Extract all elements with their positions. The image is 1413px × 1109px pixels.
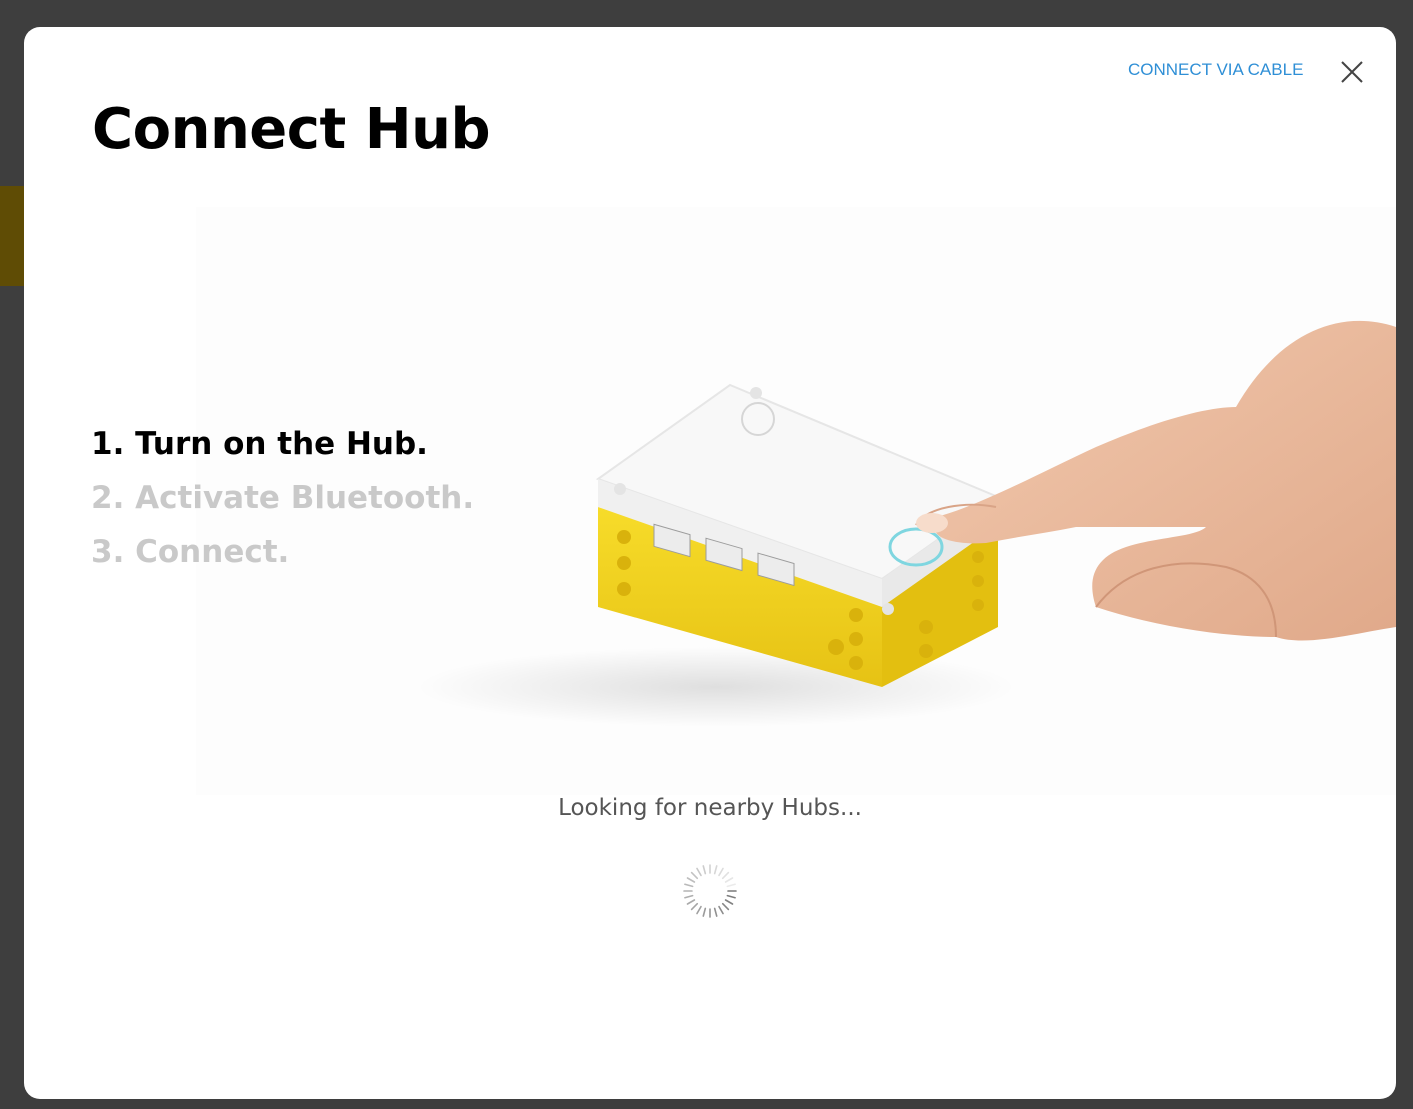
spinner-tick: [684, 894, 694, 899]
close-button[interactable]: [1336, 56, 1368, 88]
spinner-tick: [702, 907, 707, 917]
close-icon: [1341, 61, 1363, 83]
spinner-tick: [686, 899, 696, 905]
spinner-tick: [713, 865, 718, 875]
spinner-tick: [726, 883, 736, 888]
spinner-tick: [726, 894, 736, 899]
spinner-tick: [721, 871, 730, 880]
loading-spinner-icon: [678, 859, 742, 923]
spinner-tick: [690, 902, 699, 911]
hub-body: [595, 383, 1001, 687]
connection-steps: 1. Turn on the Hub. 2. Activate Bluetoot…: [91, 417, 474, 579]
connect-via-cable-link[interactable]: CONNECT VIA CABLE: [1128, 60, 1303, 80]
spinner-tick: [713, 907, 718, 917]
search-status: Looking for nearby Hubs...: [558, 795, 862, 821]
spinner-tick: [696, 867, 702, 877]
spinner-tick: [718, 867, 724, 877]
spinner-tick: [721, 902, 730, 911]
spinner-tick: [724, 899, 734, 905]
spinner-tick: [702, 865, 707, 875]
step-connect: 3. Connect.: [91, 534, 290, 570]
step-turn-on-hub: 1. Turn on the Hub.: [91, 426, 428, 462]
spinner-tick: [696, 905, 702, 915]
spinner-tick: [718, 905, 724, 915]
step-activate-bluetooth: 2. Activate Bluetooth.: [91, 480, 475, 516]
spinner-tick: [686, 877, 696, 883]
spinner-tick: [684, 883, 694, 888]
spinner-tick: [690, 871, 699, 880]
spinner-tick: [724, 877, 734, 883]
connect-hub-dialog: Connect Hub CONNECT VIA CABLE 1. Turn on…: [24, 27, 1396, 1099]
fingernail: [916, 513, 948, 533]
dialog-title: Connect Hub: [92, 97, 491, 162]
